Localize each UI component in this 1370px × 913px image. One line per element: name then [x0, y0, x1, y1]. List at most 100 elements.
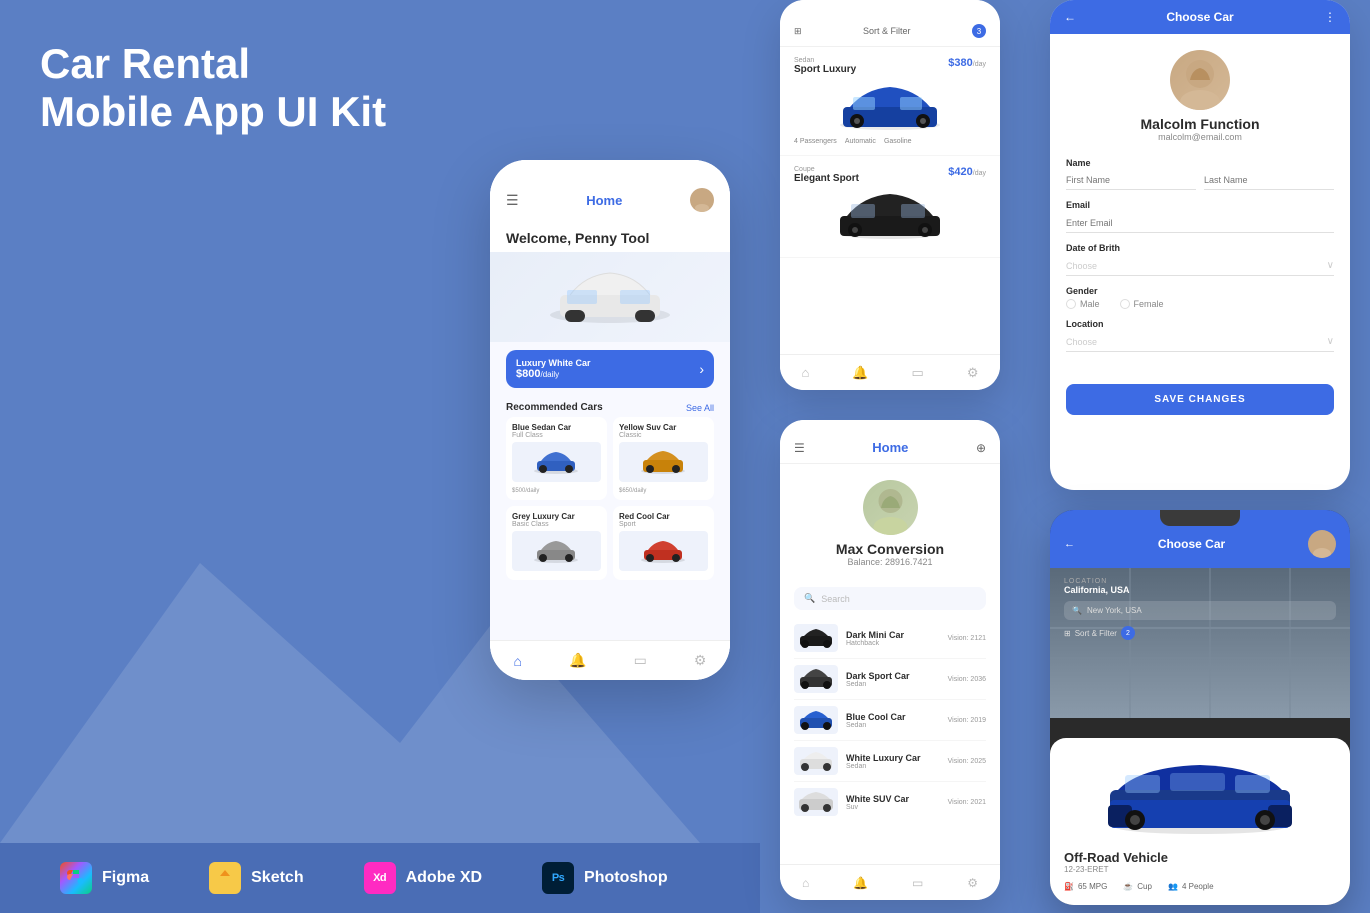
spec-passengers: 4 Passengers [794, 138, 837, 145]
nav-bell-icon[interactable]: 🔔 [853, 876, 868, 890]
last-name-input[interactable] [1204, 171, 1334, 190]
filter-icon: ⊞ [794, 26, 802, 37]
more-icon[interactable]: ⋮ [1324, 10, 1336, 24]
tool-figma[interactable]: Figma [60, 862, 149, 894]
profile-email: malcolm@email.com [1158, 132, 1242, 142]
list-item[interactable]: Coupe Elegant Sport $420/day [780, 156, 1000, 258]
dob-select[interactable]: Choose ∨ [1066, 256, 1334, 276]
nav-settings-icon[interactable]: ⚙ [694, 652, 707, 669]
nav-home-icon[interactable]: ⌂ [802, 365, 810, 380]
cd-filter-icon: ⊞ [1064, 629, 1071, 638]
nav-home-icon[interactable]: ⌂ [514, 653, 522, 669]
list-item[interactable]: Dark Mini Car Hatchback Vision: 2121 [794, 618, 986, 659]
list-item[interactable]: Red Cool Car Sport [613, 506, 714, 580]
list-item[interactable]: Yellow Suv Car Classic $650/daily [613, 417, 714, 500]
nav-bell-icon[interactable]: 🔔 [569, 652, 586, 669]
first-name-input[interactable] [1066, 171, 1196, 190]
radio-male [1066, 299, 1076, 309]
cup-icon: ☕ [1123, 882, 1133, 891]
h2-profile-section: Max Conversion Balance: 28916.7421 [780, 464, 1000, 583]
car-thumbnail [794, 79, 986, 134]
title-section: Car Rental Mobile App UI Kit [40, 40, 386, 137]
p1-featured-price: $800/daily [516, 368, 591, 380]
spec-mpg: ⛽ 65 MPG [1064, 882, 1107, 891]
notch2 [855, 420, 925, 434]
p1-car-hero [490, 252, 730, 342]
save-button[interactable]: SAVE CHANGES [1066, 384, 1334, 415]
h2-avatar [863, 480, 918, 535]
list-item[interactable]: White SUV Car Suv Vision: 2021 [794, 782, 986, 822]
profile-form: Name Email Date of Brith Choose ∨ Gender… [1050, 158, 1350, 374]
spec-fuel: Gasoline [884, 138, 912, 145]
back-icon[interactable]: ← [1064, 10, 1076, 24]
list-item[interactable]: Blue Sedan Car Full Class $500/daily [506, 417, 607, 500]
cd-back-icon[interactable]: ← [1064, 538, 1075, 550]
p1-bottom-nav: ⌂ 🔔 ▭ ⚙ [490, 640, 730, 680]
h2-search-bar[interactable]: 🔍 Search [794, 587, 986, 610]
p1-see-all[interactable]: See All [686, 403, 714, 413]
cd-location-label: LOCATION [1064, 578, 1336, 585]
p1-rec-header: Recommended Cars See All [490, 396, 730, 417]
nav-settings-icon[interactable]: ⚙ [967, 365, 979, 381]
h2-bottom-nav: ⌂ 🔔 ▭ ⚙ [780, 864, 1000, 900]
name-label: Name [1066, 158, 1334, 168]
h2-user-name: Max Conversion [836, 541, 944, 557]
gender-female[interactable]: Female [1120, 299, 1164, 309]
tool-sketch[interactable]: Sketch [209, 862, 303, 894]
tools-bar: Figma Sketch Xd Adobe XD Ps Photoshop [0, 843, 760, 913]
cd-map-overlay: LOCATION California, USA 🔍 New York, USA… [1064, 578, 1336, 640]
list-item[interactable]: White Luxury Car Sedan Vision: 2025 [794, 741, 986, 782]
nav-settings-icon[interactable]: ⚙ [967, 876, 978, 890]
list-item[interactable]: Blue Cool Car Sedan Vision: 2019 [794, 700, 986, 741]
radio-female [1120, 299, 1130, 309]
cd-filter-badge: 2 [1121, 626, 1135, 640]
nav-home-icon[interactable]: ⌂ [802, 876, 809, 890]
p1-welcome: Welcome, Penny Tool [490, 222, 730, 252]
profile-avatar-section: Malcolm Function malcolm@email.com [1050, 34, 1350, 158]
email-input[interactable] [1066, 214, 1334, 233]
list-item[interactable]: Sedan Sport Luxury $380/day 4 Passengers… [780, 47, 1000, 156]
profile-screen: ← Choose Car ⋮ Malcolm Function malcolm@… [1050, 0, 1350, 490]
dark-notch [1160, 510, 1240, 526]
list-item[interactable]: Dark Sport Car Sedan Vision: 2036 [794, 659, 986, 700]
location-label: Location [1066, 319, 1334, 329]
mpg-icon: ⛽ [1064, 882, 1074, 891]
h2-menu-icon[interactable]: ☰ [794, 441, 805, 455]
dob-label: Date of Brith [1066, 243, 1334, 253]
p1-featured-card[interactable]: Luxury White Car $800/daily › [506, 350, 714, 388]
cd-car-image [1064, 752, 1336, 842]
sketch-icon [209, 862, 241, 894]
nav-card-icon[interactable]: ▭ [912, 365, 924, 381]
h2-share-icon[interactable]: ⊕ [976, 441, 986, 455]
filter-label[interactable]: Sort & Filter [863, 26, 911, 36]
spec-transmission: Automatic [845, 138, 876, 145]
ps-label: Photoshop [584, 869, 668, 887]
filter-badge: 3 [972, 24, 986, 38]
nav-bell-icon[interactable]: 🔔 [852, 365, 868, 381]
gender-options: Male Female [1066, 299, 1334, 309]
h2-title: Home [805, 440, 976, 455]
tool-ps[interactable]: Ps Photoshop [542, 862, 668, 894]
list-item[interactable]: Grey Luxury Car Basic Class [506, 506, 607, 580]
cd-filter-label: Sort & Filter [1075, 629, 1117, 638]
phone-notch [560, 160, 660, 180]
phone-home1: ☰ Home Welcome, Penny Tool [490, 160, 730, 680]
cd-search-bar[interactable]: 🔍 New York, USA [1064, 601, 1336, 620]
hamburger-icon[interactable]: ☰ [506, 192, 519, 209]
p1-avatar [690, 188, 714, 212]
car-list-screen: ⊞ Sort & Filter 3 Sedan Sport Luxury $38… [780, 0, 1000, 390]
gender-male[interactable]: Male [1066, 299, 1100, 309]
profile-name: Malcolm Function [1141, 116, 1260, 132]
nav-card-icon[interactable]: ▭ [912, 876, 923, 890]
nav-card-icon[interactable]: ▭ [634, 652, 647, 669]
search-placeholder: Search [821, 594, 850, 604]
featured-arrow-icon: › [699, 361, 704, 377]
profile-avatar [1170, 50, 1230, 110]
tool-xd[interactable]: Xd Adobe XD [364, 862, 482, 894]
cd-avatar [1308, 530, 1336, 558]
ps-icon: Ps [542, 862, 574, 894]
location-select[interactable]: Choose ∨ [1066, 332, 1334, 352]
profile-title: Choose Car [1076, 10, 1324, 24]
xd-icon: Xd [364, 862, 396, 894]
cd-filter-bar[interactable]: ⊞ Sort & Filter 2 [1064, 626, 1336, 640]
